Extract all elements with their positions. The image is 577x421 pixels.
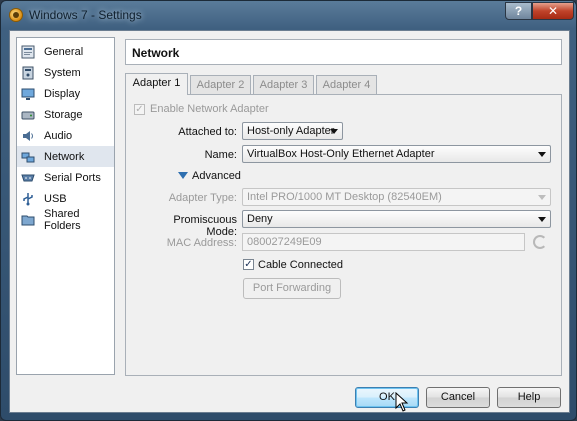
sidebar-item-serial-ports[interactable]: Serial Ports — [17, 167, 114, 188]
attached-to-value: Host-only Adapter — [247, 125, 335, 137]
sidebar-item-storage[interactable]: Storage — [17, 104, 114, 125]
promiscuous-mode-label: Promiscuous Mode: — [173, 214, 237, 238]
system-icon — [21, 66, 35, 80]
sidebar-item-label: USB — [44, 192, 67, 205]
attached-to-label: Attached to: — [178, 126, 237, 138]
help-button[interactable]: Help — [497, 387, 561, 408]
mac-address-label: MAC Address: — [166, 237, 237, 249]
shared-folders-icon — [21, 213, 35, 227]
chevron-down-icon — [538, 195, 546, 200]
storage-icon — [21, 108, 35, 122]
refresh-mac-icon[interactable] — [533, 235, 547, 249]
page-title: Network — [132, 46, 180, 60]
tab-adapter-4[interactable]: Adapter 4 — [316, 75, 377, 94]
tab-adapter-3[interactable]: Adapter 3 — [253, 75, 314, 94]
enable-adapter-checkbox[interactable]: ✓ — [134, 104, 145, 115]
adapter-type-select[interactable]: Intel PRO/1000 MT Desktop (82540EM) — [242, 188, 551, 206]
port-forwarding-button[interactable]: Port Forwarding — [243, 278, 341, 299]
window-title: Windows 7 - Settings — [29, 8, 142, 22]
close-button[interactable]: ✕ — [532, 2, 574, 20]
sidebar-item-label: General — [44, 45, 84, 58]
sidebar-item-label: Serial Ports — [44, 171, 101, 184]
page-header: Network — [125, 39, 562, 65]
chevron-down-icon — [538, 152, 546, 157]
mac-address-field[interactable]: 080027249E09 — [242, 233, 525, 251]
settings-window: Windows 7 - Settings ? ✕ General System — [0, 0, 577, 421]
network-icon — [21, 150, 35, 164]
mouse-cursor-icon — [395, 392, 409, 412]
sidebar-item-label: System — [44, 66, 81, 79]
expander-arrow-icon[interactable] — [178, 172, 188, 179]
help-title-button[interactable]: ? — [505, 2, 532, 20]
tab-adapter-2[interactable]: Adapter 2 — [190, 75, 251, 94]
sidebar-item-network[interactable]: Network — [17, 146, 114, 167]
title-bar[interactable]: Windows 7 - Settings ? ✕ — [1, 1, 577, 29]
advanced-toggle[interactable]: Advanced — [192, 170, 241, 182]
sidebar-item-shared-folders[interactable]: Shared Folders — [17, 207, 114, 232]
sidebar-item-label: Shared Folders — [44, 207, 81, 232]
ok-button[interactable]: OK — [355, 387, 419, 408]
serial-ports-icon — [21, 171, 35, 185]
sidebar-item-system[interactable]: System — [17, 62, 114, 83]
virtualbox-icon — [9, 8, 23, 22]
dialog-client-area: General System Display Storage Audio Net… — [9, 30, 570, 413]
name-value: VirtualBox Host-Only Ethernet Adapter — [247, 148, 435, 160]
sidebar-item-label: Storage — [44, 108, 83, 121]
name-select[interactable]: VirtualBox Host-Only Ethernet Adapter — [242, 145, 551, 163]
adapter-type-value: Intel PRO/1000 MT Desktop (82540EM) — [247, 191, 442, 203]
settings-sidebar: General System Display Storage Audio Net… — [16, 37, 115, 375]
chevron-down-icon — [330, 129, 338, 134]
sidebar-item-label: Network — [44, 150, 85, 163]
tab-adapter-1[interactable]: Adapter 1 — [125, 73, 188, 95]
cable-connected-label: Cable Connected — [258, 259, 344, 271]
chevron-down-icon — [538, 217, 546, 222]
name-label: Name: — [204, 149, 237, 161]
sidebar-item-label: Display — [44, 87, 81, 100]
attached-to-select[interactable]: Host-only Adapter — [242, 122, 343, 140]
usb-icon — [21, 192, 35, 206]
promiscuous-mode-value: Deny — [247, 213, 273, 225]
display-icon — [21, 87, 35, 101]
cancel-button[interactable]: Cancel — [426, 387, 490, 408]
sidebar-item-label: Audio — [44, 129, 73, 142]
sidebar-item-audio[interactable]: Audio — [17, 125, 114, 146]
cable-connected-checkbox[interactable]: ✓ — [243, 259, 254, 270]
promiscuous-mode-select[interactable]: Deny — [242, 210, 551, 228]
sidebar-item-general[interactable]: General — [17, 41, 114, 62]
audio-icon — [21, 129, 35, 143]
enable-adapter-label: Enable Network Adapter — [150, 103, 269, 115]
sidebar-item-display[interactable]: Display — [17, 83, 114, 104]
sidebar-item-usb[interactable]: USB — [17, 188, 114, 209]
mac-address-value: 080027249E09 — [247, 236, 322, 248]
adapter-type-label: Adapter Type: — [168, 192, 237, 204]
general-icon — [21, 45, 35, 59]
